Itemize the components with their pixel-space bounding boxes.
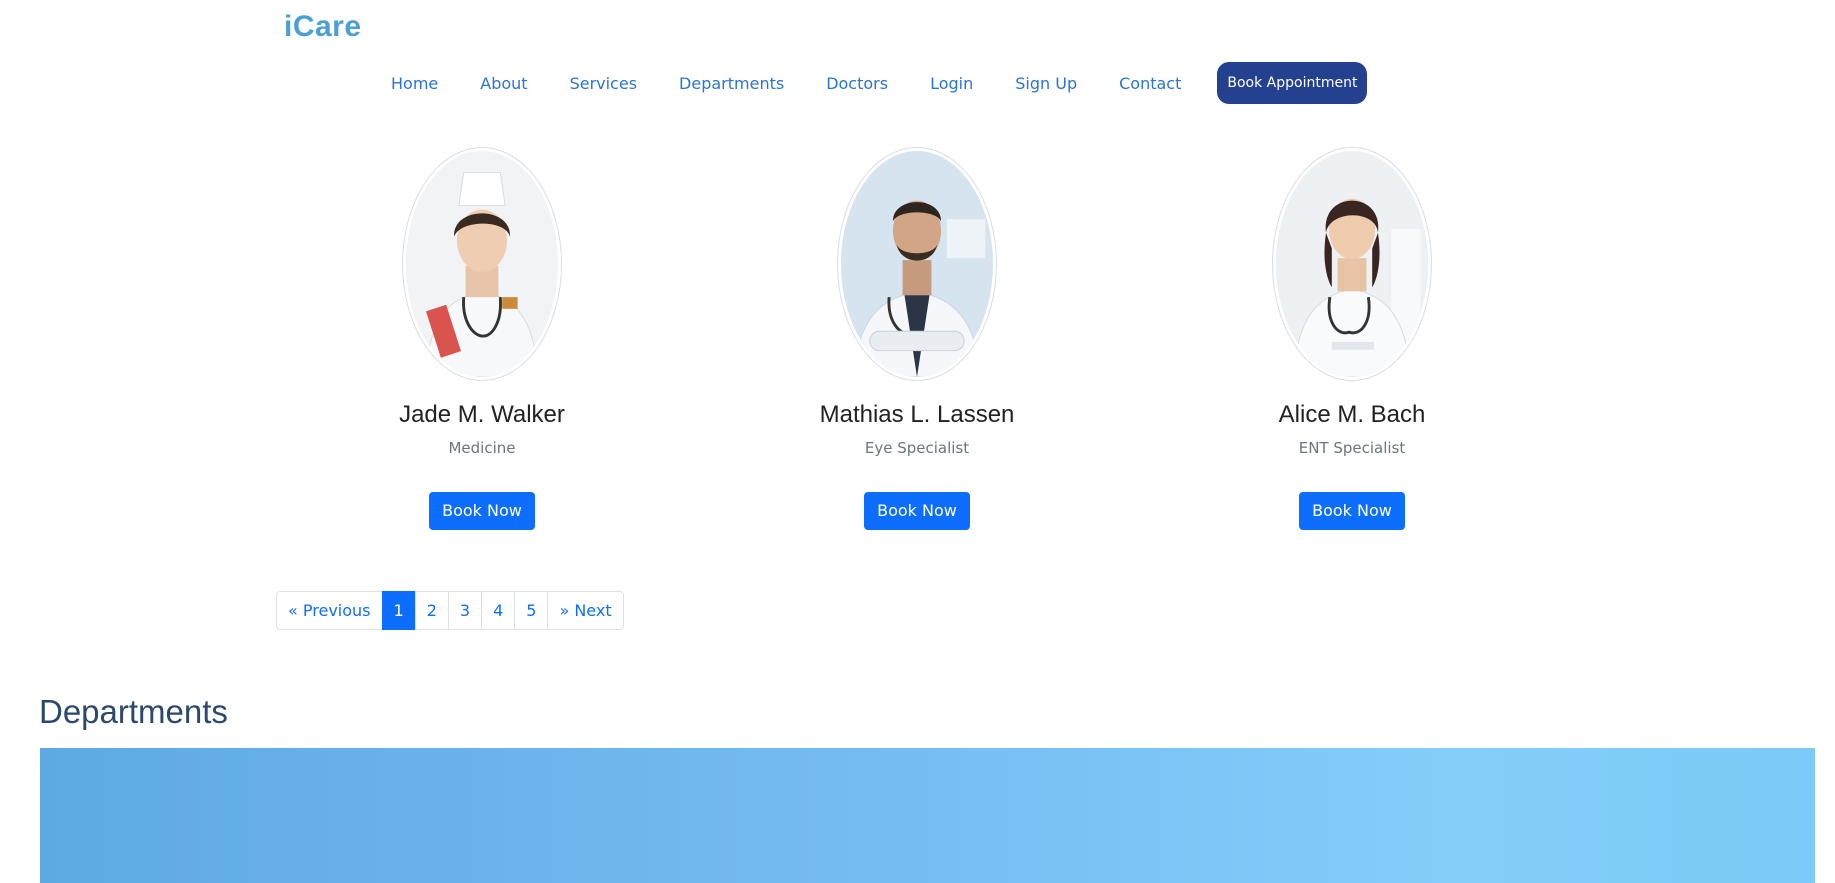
doctor-specialty: Medicine xyxy=(448,439,516,457)
pagination-page-4[interactable]: 4 xyxy=(481,591,516,630)
nav-link-services[interactable]: Services xyxy=(570,74,637,93)
female-doctor-photo xyxy=(403,148,561,380)
doctor-name: Alice M. Bach xyxy=(1278,401,1426,428)
book-now-button[interactable]: Book Now xyxy=(429,492,535,530)
nav-link-about[interactable]: About xyxy=(480,74,527,93)
nav-link-login[interactable]: Login xyxy=(930,74,973,93)
doctor-card: Alice M. Bach ENT Specialist Book Now xyxy=(1222,148,1482,530)
doctor-specialty: Eye Specialist xyxy=(864,439,970,457)
brand-logo[interactable]: iCare xyxy=(284,10,362,44)
book-appointment-button[interactable]: Book Appointment xyxy=(1217,62,1368,104)
pagination-previous[interactable]: « Previous xyxy=(276,591,383,630)
doctor-card: Mathias L. Lassen Eye Specialist Book No… xyxy=(787,148,1047,530)
pagination-page-3[interactable]: 3 xyxy=(447,591,483,630)
book-now-button[interactable]: Book Now xyxy=(1299,492,1405,530)
doctor-name: Mathias L. Lassen xyxy=(819,401,1015,428)
nav-link-contact[interactable]: Contact xyxy=(1119,74,1181,93)
doctor-name: Jade M. Walker xyxy=(399,401,565,428)
doctor-specialty: ENT Specialist xyxy=(1298,439,1406,457)
pagination-page-5[interactable]: 5 xyxy=(514,591,549,630)
nav-link-sign-up[interactable]: Sign Up xyxy=(1015,74,1077,93)
departments-heading: Departments xyxy=(39,693,228,730)
nav-link-departments[interactable]: Departments xyxy=(679,74,784,93)
main-nav: Home About Services Departments Doctors … xyxy=(370,62,1368,104)
nav-link-doctors[interactable]: Doctors xyxy=(826,74,888,93)
female-doctor-photo xyxy=(1273,148,1431,380)
nav-link-home[interactable]: Home xyxy=(391,74,438,93)
book-now-button[interactable]: Book Now xyxy=(864,492,970,530)
pagination: « Previous 1 2 3 4 5 » Next xyxy=(276,591,624,630)
pagination-page-1[interactable]: 1 xyxy=(381,591,416,630)
departments-banner-image xyxy=(40,748,1815,883)
male-doctor-photo xyxy=(838,148,996,380)
pagination-next[interactable]: » Next xyxy=(547,591,624,630)
doctor-card: Jade M. Walker Medicine Book Now xyxy=(352,148,612,530)
pagination-page-2[interactable]: 2 xyxy=(414,591,449,630)
